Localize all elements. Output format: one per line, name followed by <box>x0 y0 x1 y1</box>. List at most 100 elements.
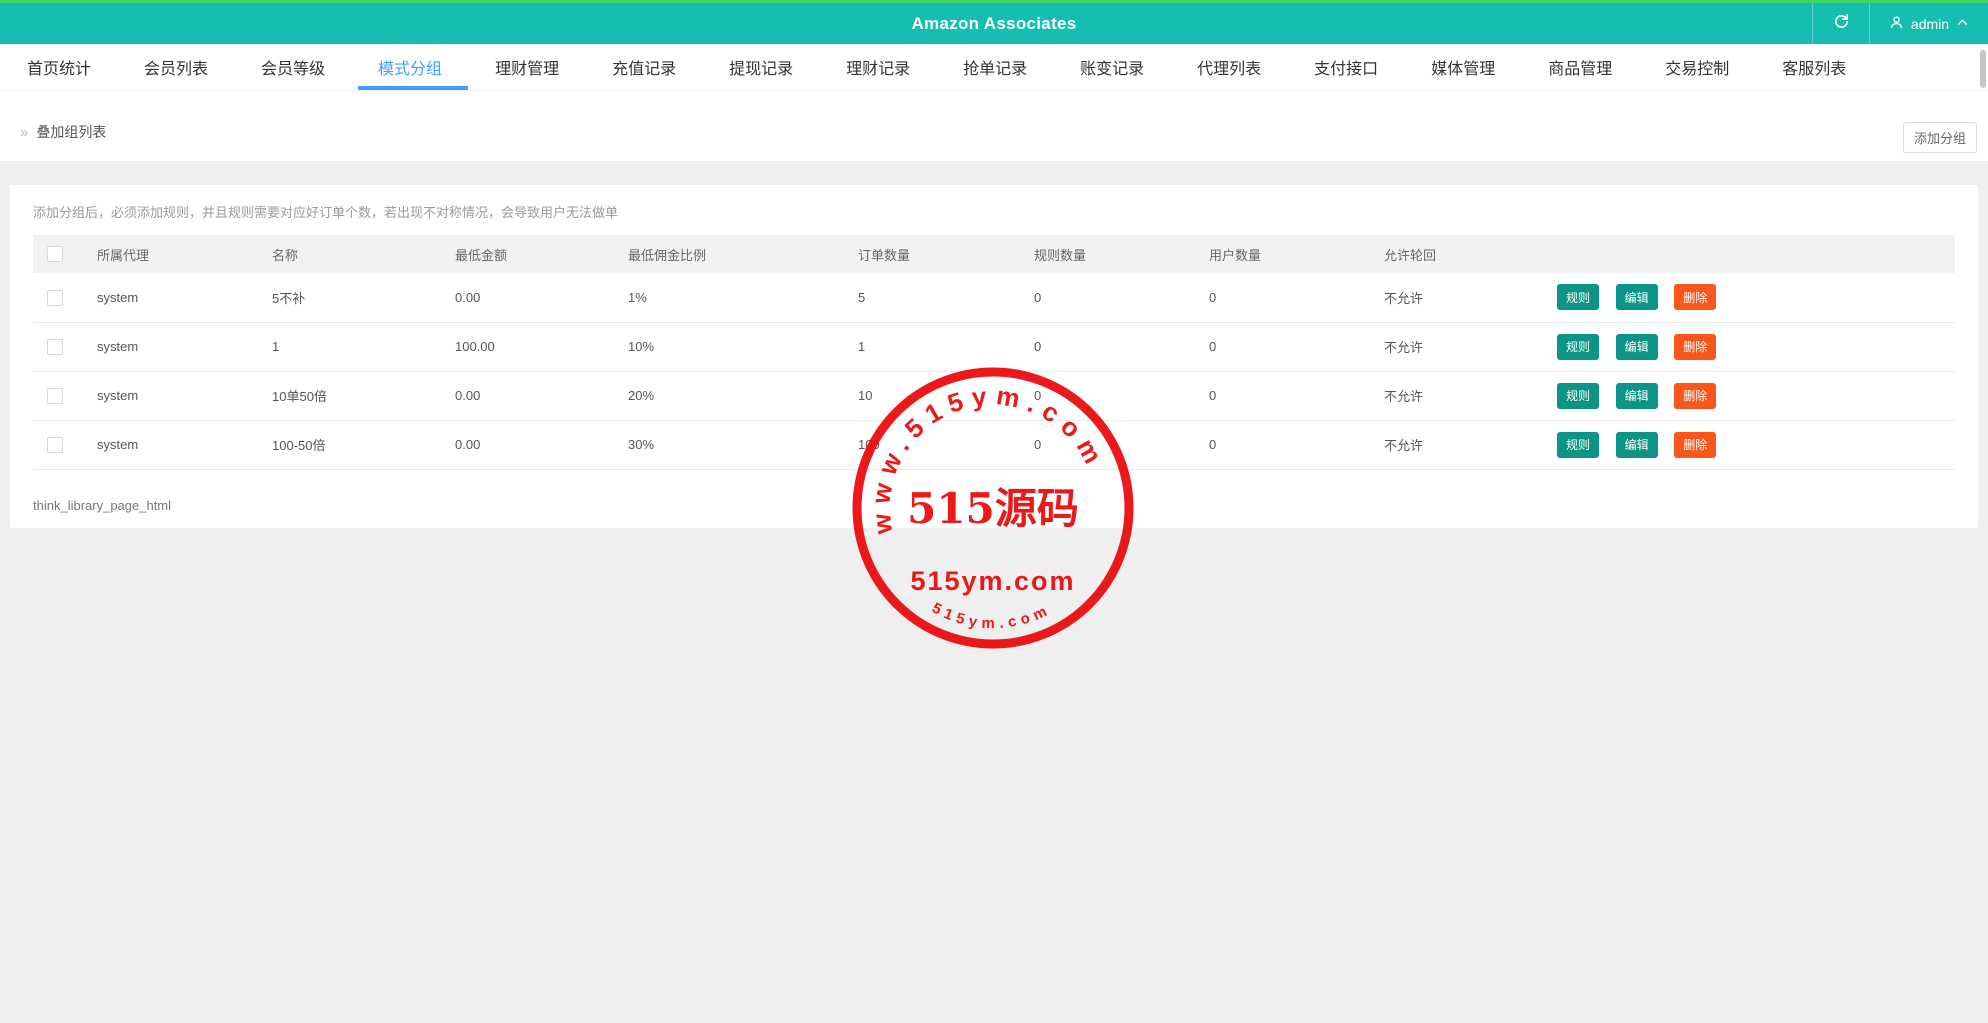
delete-button[interactable]: 删除 <box>1674 383 1716 409</box>
edit-button[interactable]: 编辑 <box>1616 334 1658 360</box>
cell-rules: 0 <box>1020 371 1195 420</box>
add-group-button[interactable]: 添加分组 <box>1903 122 1977 153</box>
cell-rules: 0 <box>1020 420 1195 469</box>
scrollbar-thumb[interactable] <box>1980 50 1986 88</box>
tab-member-list[interactable]: 会员列表 <box>144 44 208 90</box>
row-checkbox[interactable] <box>47 290 63 306</box>
rules-button[interactable]: 规则 <box>1557 284 1599 310</box>
tab-grab-order-records[interactable]: 抢单记录 <box>963 44 1027 90</box>
cell-name: 5不补 <box>258 273 441 322</box>
rules-button[interactable]: 规则 <box>1557 334 1599 360</box>
cell-orders: 5 <box>844 273 1020 322</box>
username: admin <box>1911 16 1949 32</box>
cell-name: 1 <box>258 322 441 371</box>
table-row: system 5不补 0.00 1% 5 0 0 不允许 规则 编辑 删除 <box>33 273 1955 322</box>
template-name-text: think_library_page_html <box>33 498 1978 513</box>
edit-button[interactable]: 编辑 <box>1616 432 1658 458</box>
row-checkbox[interactable] <box>47 388 63 404</box>
tab-finance-manage[interactable]: 理财管理 <box>495 44 559 90</box>
select-all-checkbox[interactable] <box>47 246 63 262</box>
delete-button[interactable]: 删除 <box>1674 432 1716 458</box>
cell-recycle: 不允许 <box>1370 273 1543 322</box>
tab-payment-api[interactable]: 支付接口 <box>1314 44 1378 90</box>
col-recycle: 允许轮回 <box>1370 235 1543 273</box>
tab-balance-change-records[interactable]: 账变记录 <box>1080 44 1144 90</box>
cell-rules: 0 <box>1020 322 1195 371</box>
cell-agent: system <box>83 420 258 469</box>
cell-recycle: 不允许 <box>1370 322 1543 371</box>
cell-min-commission: 20% <box>614 371 844 420</box>
tab-member-level[interactable]: 会员等级 <box>261 44 325 90</box>
tab-service-list[interactable]: 客服列表 <box>1782 44 1846 90</box>
cell-agent: system <box>83 273 258 322</box>
cell-agent: system <box>83 322 258 371</box>
edit-button[interactable]: 编辑 <box>1616 284 1658 310</box>
col-actions <box>1543 235 1955 273</box>
col-name: 名称 <box>258 235 441 273</box>
cell-min-amount: 0.00 <box>441 420 614 469</box>
tab-finance-records[interactable]: 理财记录 <box>846 44 910 90</box>
col-rules: 规则数量 <box>1020 235 1195 273</box>
app-title: Amazon Associates <box>911 14 1076 34</box>
cell-min-amount: 0.00 <box>441 371 614 420</box>
delete-button[interactable]: 删除 <box>1674 334 1716 360</box>
col-users: 用户数量 <box>1195 235 1370 273</box>
refresh-icon <box>1833 13 1850 35</box>
table-row: system 1 100.00 10% 1 0 0 不允许 规则 编辑 删除 <box>33 322 1955 371</box>
cell-min-commission: 30% <box>614 420 844 469</box>
row-checkbox[interactable] <box>47 437 63 453</box>
breadcrumb-label: 叠加组列表 <box>36 122 106 142</box>
cell-min-amount: 100.00 <box>441 322 614 371</box>
watermark-arc-bottom-text: 515ym.com <box>929 599 1054 632</box>
cell-users: 0 <box>1195 322 1370 371</box>
main-content: 添加分组后，必须添加规则，并且规则需要对应好订单个数，若出现不对称情况，会导致用… <box>0 161 1988 528</box>
group-table-wrap: 所属代理 名称 最低金额 最低佣金比例 订单数量 规则数量 用户数量 允许轮回 <box>33 235 1955 470</box>
breadcrumb-arrows-icon: » <box>20 125 28 140</box>
edit-button[interactable]: 编辑 <box>1616 383 1658 409</box>
breadcrumb-bar: » 叠加组列表 添加分组 <box>0 90 1988 161</box>
table-header-row: 所属代理 名称 最低金额 最低佣金比例 订单数量 规则数量 用户数量 允许轮回 <box>33 235 1955 273</box>
cell-rules: 0 <box>1020 273 1195 322</box>
user-menu[interactable]: admin <box>1870 3 1988 44</box>
cell-min-commission: 1% <box>614 273 844 322</box>
tab-home-stats[interactable]: 首页统计 <box>27 44 91 90</box>
group-list-panel: 添加分组后，必须添加规则，并且规则需要对应好订单个数，若出现不对称情况，会导致用… <box>10 185 1978 528</box>
cell-orders: 100 <box>844 420 1020 469</box>
tab-agent-list[interactable]: 代理列表 <box>1197 44 1261 90</box>
cell-recycle: 不允许 <box>1370 371 1543 420</box>
group-table: 所属代理 名称 最低金额 最低佣金比例 订单数量 规则数量 用户数量 允许轮回 <box>33 235 1955 470</box>
tab-media-manage[interactable]: 媒体管理 <box>1431 44 1495 90</box>
col-min-amount: 最低金额 <box>441 235 614 273</box>
chevron-up-icon <box>1956 16 1969 32</box>
cell-name: 100-50倍 <box>258 420 441 469</box>
nav-tabs: 首页统计 会员列表 会员等级 模式分组 理财管理 充值记录 提现记录 理财记录 … <box>0 44 1988 90</box>
tab-withdraw-records[interactable]: 提现记录 <box>729 44 793 90</box>
cell-users: 0 <box>1195 420 1370 469</box>
cell-min-amount: 0.00 <box>441 273 614 322</box>
cell-name: 10单50倍 <box>258 371 441 420</box>
topbar-actions: admin <box>1812 3 1988 44</box>
person-icon <box>1889 15 1904 33</box>
rules-button[interactable]: 规则 <box>1557 432 1599 458</box>
cell-orders: 10 <box>844 371 1020 420</box>
cell-orders: 1 <box>844 322 1020 371</box>
watermark-domain-text: 515ym.com <box>910 566 1075 596</box>
tab-recharge-records[interactable]: 充值记录 <box>612 44 676 90</box>
hint-text: 添加分组后，必须添加规则，并且规则需要对应好订单个数，若出现不对称情况，会导致用… <box>10 185 1978 221</box>
topbar: Amazon Associates admin <box>0 0 1988 44</box>
refresh-button[interactable] <box>1813 3 1869 44</box>
page: Amazon Associates admin 首页统计 会员列表 <box>0 0 1988 528</box>
cell-agent: system <box>83 371 258 420</box>
cell-recycle: 不允许 <box>1370 420 1543 469</box>
delete-button[interactable]: 删除 <box>1674 284 1716 310</box>
tab-product-manage[interactable]: 商品管理 <box>1548 44 1612 90</box>
tab-trade-control[interactable]: 交易控制 <box>1665 44 1729 90</box>
col-agent: 所属代理 <box>83 235 258 273</box>
table-row: system 10单50倍 0.00 20% 10 0 0 不允许 规则 编辑 <box>33 371 1955 420</box>
cell-users: 0 <box>1195 371 1370 420</box>
col-orders: 订单数量 <box>844 235 1020 273</box>
row-checkbox[interactable] <box>47 339 63 355</box>
rules-button[interactable]: 规则 <box>1557 383 1599 409</box>
breadcrumb: » 叠加组列表 <box>20 122 106 142</box>
tab-mode-group[interactable]: 模式分组 <box>378 44 442 90</box>
